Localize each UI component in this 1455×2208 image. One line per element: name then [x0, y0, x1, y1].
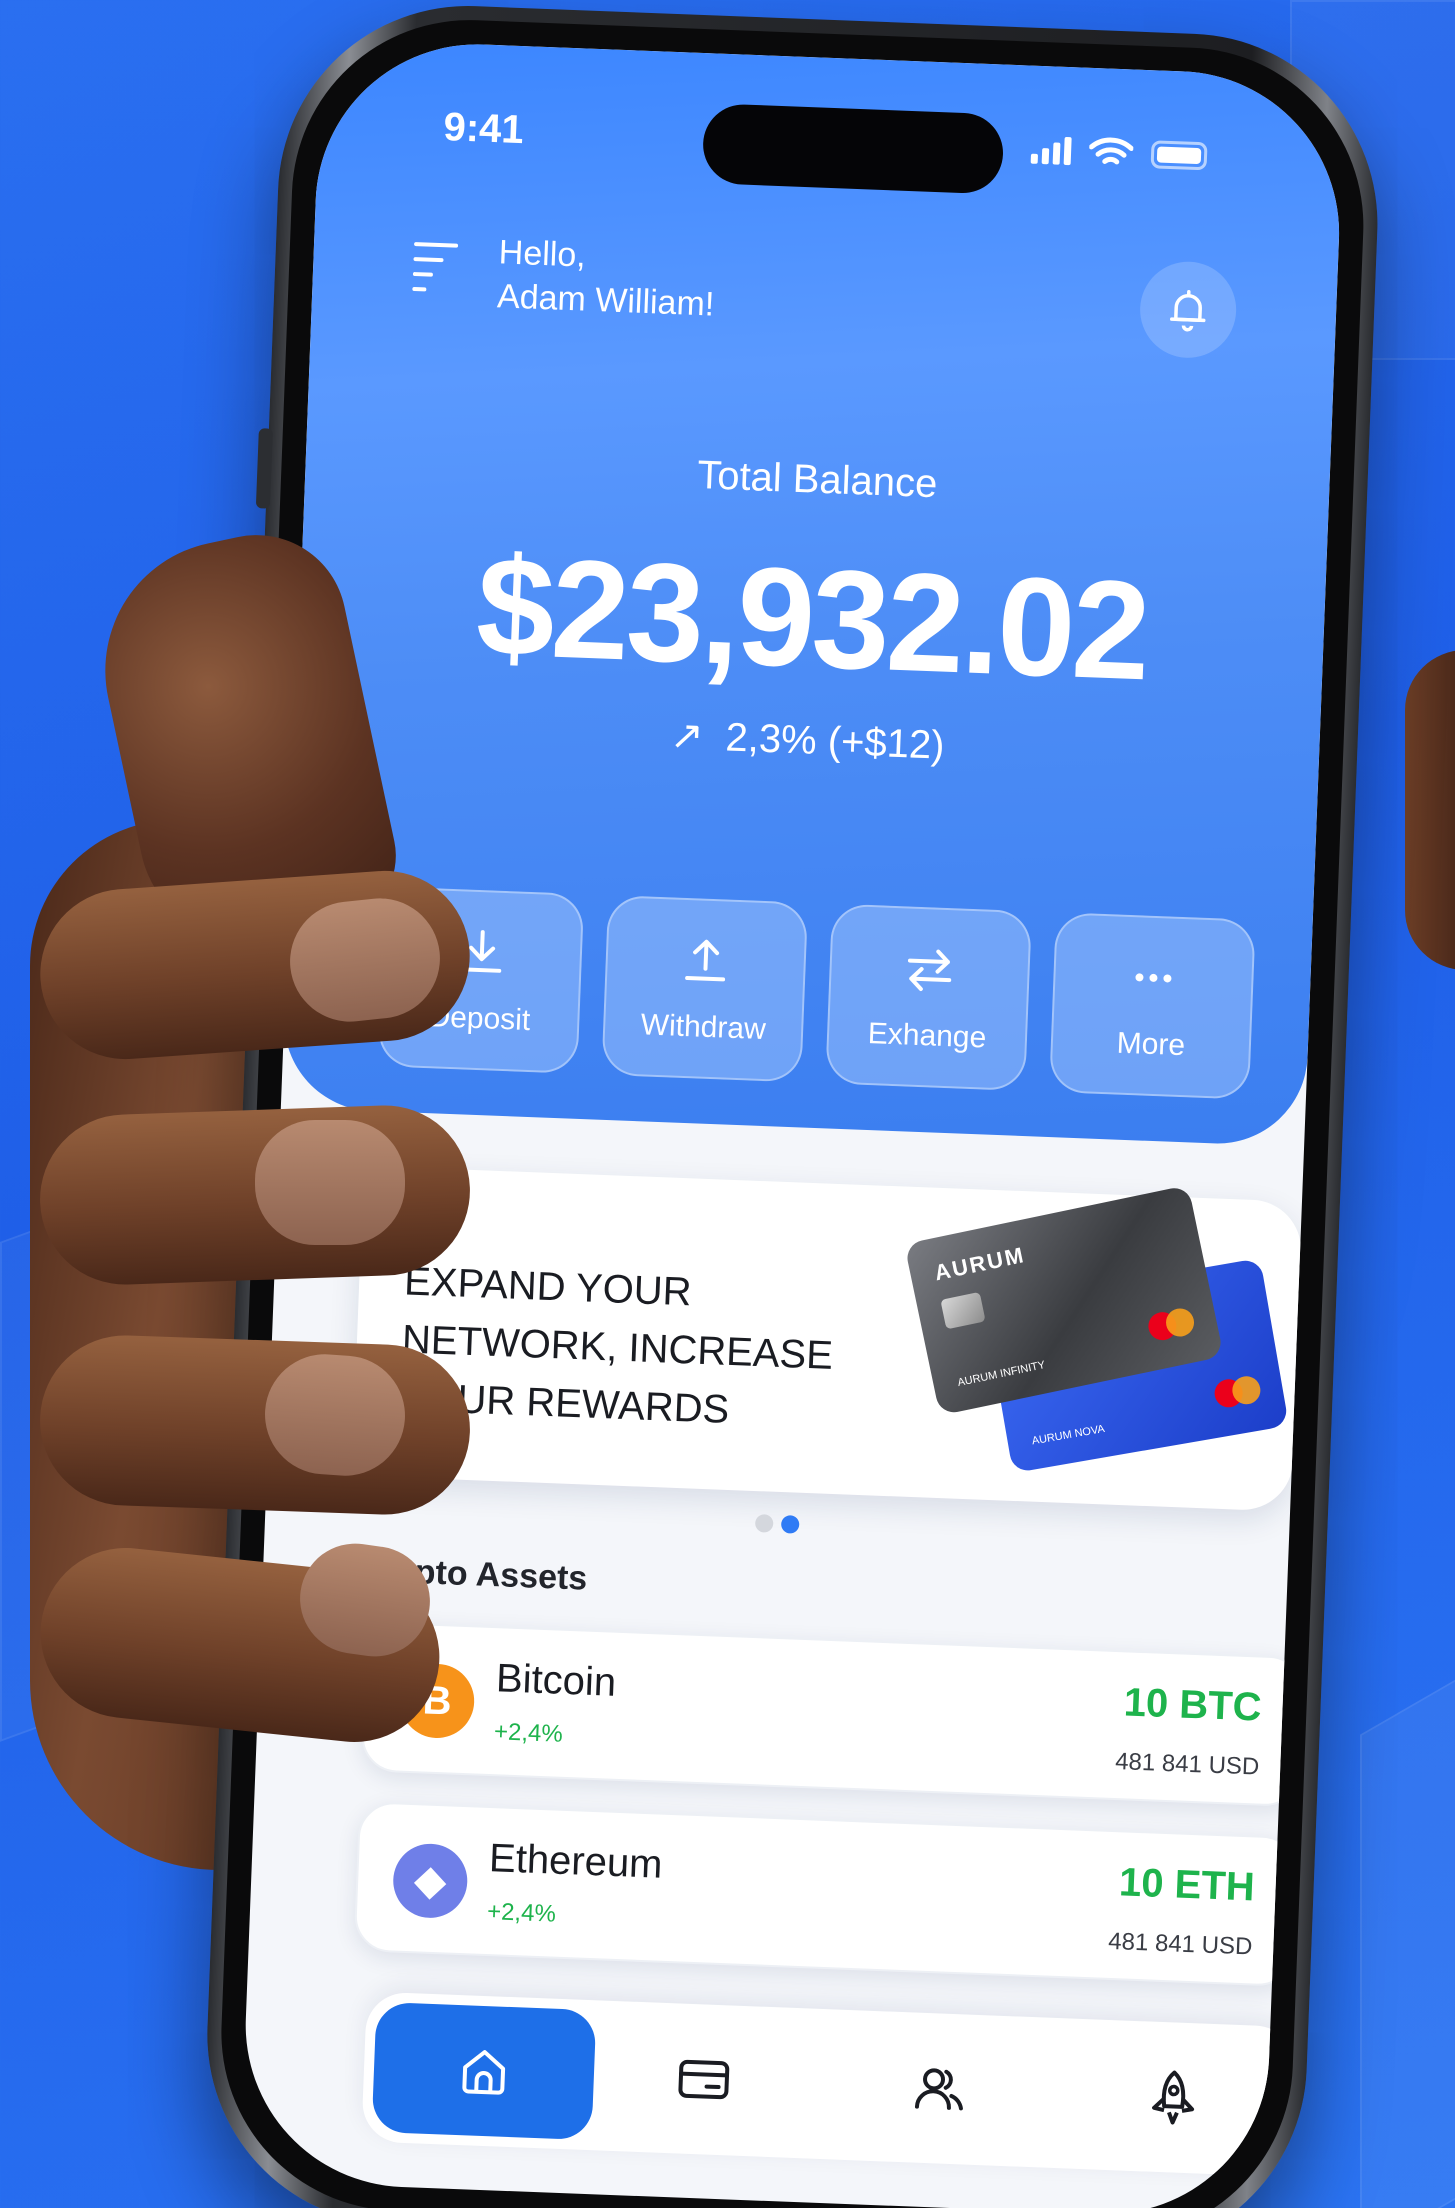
more-icon — [1135, 973, 1172, 983]
promo-text: EXPAND YOUR NETWORK, INCREASE YOUR REWAR… — [399, 1252, 925, 1446]
home-icon — [462, 2050, 506, 2095]
pager-dot[interactable] — [754, 1514, 774, 1533]
swap-icon — [907, 949, 952, 992]
more-label: More — [1116, 1026, 1186, 1063]
phone-silent-switch — [255, 428, 273, 509]
friends-icon — [914, 2068, 963, 2111]
withdraw-label: Withdraw — [640, 1008, 767, 1047]
wallet-icon — [678, 2059, 730, 2100]
upload-icon — [685, 939, 726, 982]
background-panel — [1360, 1665, 1455, 2208]
phone: 9:41 Hello, Adam William! Total Balance … — [200, 0, 1385, 2208]
wifi-icon — [1088, 137, 1134, 165]
asset-name: Ethereum — [488, 1836, 664, 1887]
card-chip — [940, 1291, 986, 1330]
asset-change: +2,4% — [493, 1718, 564, 1748]
tab-friends[interactable] — [826, 2019, 1051, 2157]
asset-name: Bitcoin — [495, 1656, 617, 1705]
tab-rocket[interactable] — [1061, 2028, 1286, 2166]
mastercard-logo — [1212, 1374, 1263, 1410]
rocket-icon — [1152, 2070, 1195, 2125]
card-brand: AURUM — [932, 1242, 1028, 1286]
card-name: AURUM INFINITY — [956, 1359, 1047, 1390]
greeting: Hello, Adam William! — [496, 230, 716, 326]
asset-amount: 10 BTC — [1122, 1680, 1263, 1730]
asset-usd-value: 481 841 USD — [1107, 1927, 1253, 1961]
battery-icon — [1150, 140, 1208, 171]
mastercard-logo — [1145, 1305, 1197, 1343]
status-time: 9:41 — [442, 105, 525, 153]
quick-actions: Deposit Withdraw Exhange More — [377, 886, 1256, 1100]
signal-icon — [1030, 136, 1072, 166]
status-icons — [1030, 134, 1208, 173]
fingernail — [255, 1120, 405, 1245]
exchange-button[interactable]: Exhange — [825, 903, 1032, 1092]
asset-change: +2,4% — [486, 1898, 557, 1928]
more-button[interactable]: More — [1049, 912, 1256, 1100]
withdraw-button[interactable]: Withdraw — [601, 894, 809, 1083]
exchange-label: Exhange — [867, 1017, 987, 1055]
dynamic-island — [701, 103, 1005, 195]
tab-wallet[interactable] — [591, 2010, 816, 2148]
asset-usd-value: 481 841 USD — [1114, 1748, 1260, 1781]
balance-change-value: 2,3% (+$12) — [724, 715, 946, 768]
hand-finger — [37, 1332, 473, 1518]
hand-finger-right — [1405, 650, 1455, 970]
promo-banner[interactable]: EXPAND YOUR NETWORK, INCREASE YOUR REWAR… — [351, 1165, 1303, 1512]
menu-icon[interactable] — [412, 242, 474, 304]
bottom-tab-bar — [361, 1991, 1297, 2178]
asset-row-ethereum[interactable]: ◆ Ethereum +2,4% 10 ETH 481 841 USD — [353, 1801, 1299, 1988]
asset-amount: 10 ETH — [1118, 1860, 1256, 1910]
asset-row-bitcoin[interactable]: B Bitcoin +2,4% 10 BTC 481 841 USD — [360, 1621, 1306, 1808]
trend-up-icon: ↗ — [669, 713, 705, 759]
pager-dot-active[interactable] — [780, 1515, 800, 1534]
tab-home[interactable] — [371, 2001, 597, 2141]
card-name: AURUM NOVA — [1030, 1423, 1106, 1448]
bell-icon — [1170, 290, 1206, 332]
ethereum-icon: ◆ — [391, 1842, 469, 1920]
greeting-username: Adam William! — [496, 277, 715, 324]
